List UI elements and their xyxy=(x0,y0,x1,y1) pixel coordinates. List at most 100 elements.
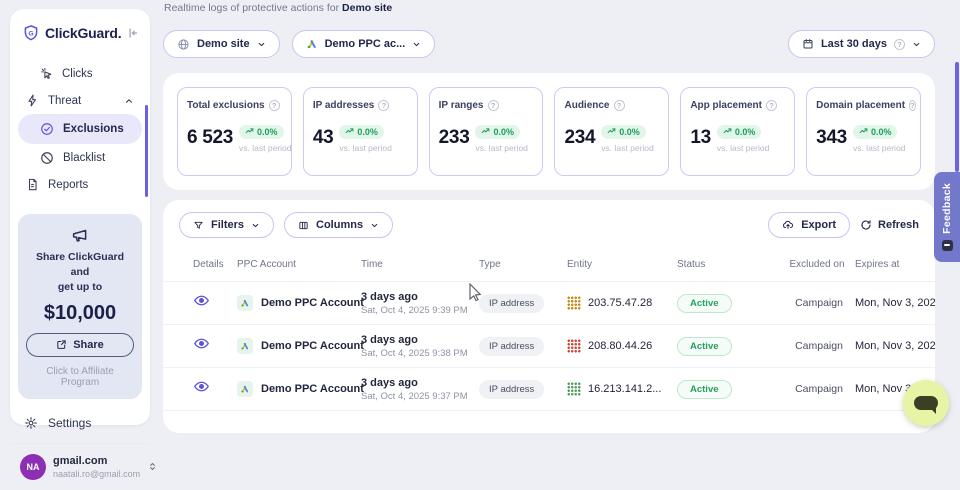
help-icon[interactable]: ? xyxy=(378,100,389,111)
view-details-button[interactable] xyxy=(193,378,210,395)
stat-card-audience: Audience? 234 0.0% vs. last period xyxy=(554,87,669,176)
cell-ppc-account: Demo PPC Account xyxy=(261,297,364,309)
stat-label: Audience xyxy=(564,100,609,111)
sidebar-menu: Clicks Threat Exclusions xyxy=(10,48,150,198)
status-badge: Active xyxy=(677,380,732,399)
stat-change: 0.0% xyxy=(257,127,278,137)
help-icon[interactable]: ? xyxy=(614,100,625,111)
cell-excluded-on: Campaign xyxy=(789,297,849,309)
help-icon[interactable]: ? xyxy=(269,100,280,111)
sidebar-item-exclusions[interactable]: Exclusions xyxy=(18,114,142,144)
sidebar-item-reports[interactable]: Reports xyxy=(18,171,142,198)
ppc-account-selector[interactable]: Demo PPC ac... xyxy=(292,30,436,58)
google-ads-icon xyxy=(237,338,253,354)
view-details-button[interactable] xyxy=(193,292,210,309)
filters-button[interactable]: Filters xyxy=(179,212,274,238)
check-circle-icon xyxy=(40,122,54,136)
cell-excluded-on: Campaign xyxy=(789,383,849,395)
table-row[interactable]: Demo PPC Account 3 days agoSat, Oct 4, 2… xyxy=(163,325,935,368)
sidebar-item-label: Blacklist xyxy=(63,152,105,164)
cell-expires-at: Mon, Nov 3, 2025 xyxy=(855,340,935,352)
trend-badge: 0.0% xyxy=(339,125,384,139)
subtitle-text: Realtime logs of protective actions for xyxy=(164,2,339,14)
cell-ppc-account: Demo PPC Account xyxy=(261,383,364,395)
stat-value: 43 xyxy=(313,127,334,149)
page-subtitle: Realtime logs of protective actions for … xyxy=(164,2,392,14)
col-header-type: Type xyxy=(479,247,567,280)
stat-compare-label: vs. last period xyxy=(717,143,769,153)
stat-change: 0.0% xyxy=(619,127,640,137)
chat-bubble-icon xyxy=(914,396,938,410)
promo-footer[interactable]: Click to Affiliate Program xyxy=(26,366,134,388)
stat-card-app-placement: App placement? 13 0.0% vs. last period xyxy=(680,87,795,176)
lightning-icon xyxy=(26,94,39,107)
chevron-down-icon xyxy=(412,40,421,49)
document-icon xyxy=(26,178,39,191)
date-range-selector[interactable]: Last 30 days ? xyxy=(788,30,935,58)
selector-row: Demo site Demo PPC ac... Last 30 days ? xyxy=(163,30,935,58)
entity-identicon xyxy=(567,296,581,310)
stat-value: 234 xyxy=(564,127,595,149)
chevron-down-icon xyxy=(257,40,266,49)
select-caret-icon xyxy=(147,461,158,472)
type-badge: IP address xyxy=(479,294,544,313)
feedback-tab[interactable]: Feedback xyxy=(934,172,960,262)
columns-icon xyxy=(298,220,309,231)
trend-badge: 0.0% xyxy=(853,125,898,139)
sidebar-scrollbar[interactable] xyxy=(145,105,148,197)
cell-time-absolute: Sat, Oct 4, 2025 9:39 PM xyxy=(361,305,479,316)
ban-icon xyxy=(40,151,54,165)
table-row[interactable]: Demo PPC Account 3 days agoSat, Oct 4, 2… xyxy=(163,368,935,411)
stat-compare-label: vs. last period xyxy=(475,143,527,153)
export-button[interactable]: Export xyxy=(768,212,850,238)
sidebar-item-settings[interactable]: Settings xyxy=(10,416,150,430)
refresh-button[interactable]: Refresh xyxy=(860,219,919,231)
gear-icon xyxy=(24,416,38,430)
promo-text-line1: Share ClickGuard and xyxy=(26,250,134,280)
trend-badge: 0.0% xyxy=(475,125,520,139)
help-icon[interactable]: ? xyxy=(488,100,499,111)
share-button[interactable]: Share xyxy=(26,333,134,357)
account-switcher[interactable]: NA gmail.com naatali.ro@gmail.com xyxy=(10,444,150,490)
stat-card-domain-placement: Domain placement? 343 0.0% vs. last peri… xyxy=(806,87,921,176)
type-badge: IP address xyxy=(479,337,544,356)
ppc-selector-value: Demo PPC ac... xyxy=(325,38,406,50)
cell-expires-at: Mon, Nov 3, 2025 xyxy=(855,297,935,309)
shield-logo-icon: G xyxy=(22,24,40,42)
sidebar-item-clicks[interactable]: Clicks xyxy=(18,60,142,87)
sidebar-item-label: Threat xyxy=(48,95,81,107)
stat-change: 0.0% xyxy=(735,127,756,137)
entity-identicon xyxy=(567,339,581,353)
promo-amount: $10,000 xyxy=(26,302,134,325)
status-badge: Active xyxy=(677,337,732,356)
refresh-icon xyxy=(860,219,872,231)
feedback-icon xyxy=(942,240,953,251)
sidebar: G ClickGuard. Clicks Threat xyxy=(10,9,150,425)
columns-button[interactable]: Columns xyxy=(284,212,393,238)
sidebar-item-label: Clicks xyxy=(62,68,93,80)
chat-launcher-button[interactable] xyxy=(903,380,949,426)
help-icon[interactable]: ? xyxy=(766,100,777,111)
help-icon[interactable]: ? xyxy=(909,100,916,111)
subtitle-site-name: Demo site xyxy=(342,2,392,14)
sidebar-item-threat[interactable]: Threat xyxy=(18,87,142,114)
trend-badge: 0.0% xyxy=(717,125,762,139)
page-scrollbar[interactable] xyxy=(955,62,959,172)
cell-entity: 203.75.47.28 xyxy=(588,297,652,309)
stat-compare-label: vs. last period xyxy=(239,143,282,153)
cursor-click-icon xyxy=(40,67,53,80)
site-selector[interactable]: Demo site xyxy=(163,30,280,58)
stat-card-ip-ranges: IP ranges? 233 0.0% vs. last period xyxy=(429,87,544,176)
sidebar-collapse-icon[interactable] xyxy=(126,26,140,40)
stat-card-ip-addresses: IP addresses? 43 0.0% vs. last period xyxy=(303,87,418,176)
filters-label: Filters xyxy=(211,219,244,231)
table-row[interactable]: Demo PPC Account 3 days agoSat, Oct 4, 2… xyxy=(163,282,935,325)
cell-excluded-on: Campaign xyxy=(789,340,849,352)
logo: G ClickGuard. xyxy=(10,9,150,48)
trend-badge: 0.0% xyxy=(239,125,284,139)
sidebar-item-blacklist[interactable]: Blacklist xyxy=(18,144,142,171)
cell-time-relative: 3 days ago xyxy=(361,334,479,346)
view-details-button[interactable] xyxy=(193,335,210,352)
col-header-entity: Entity xyxy=(567,247,677,280)
date-range-value: Last 30 days xyxy=(821,38,887,50)
